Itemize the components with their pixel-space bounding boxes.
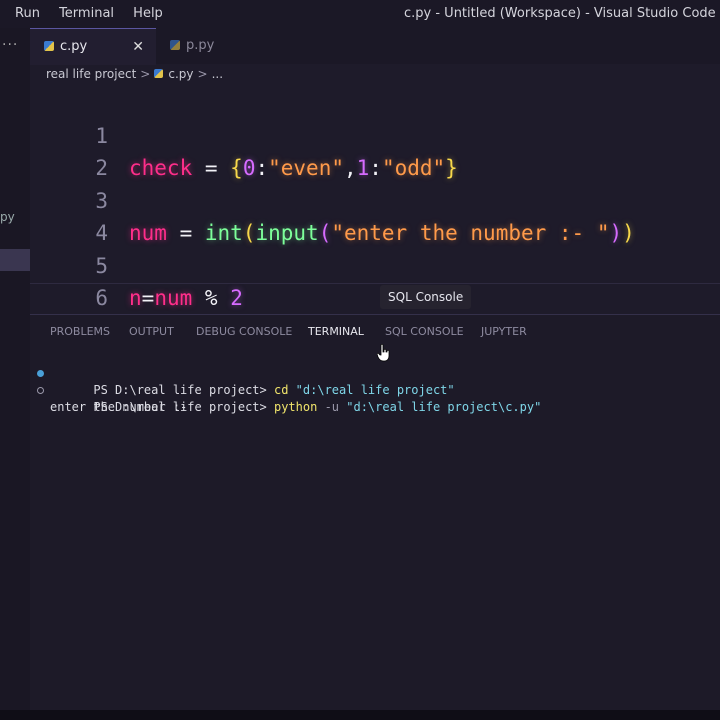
command-status-icon	[37, 387, 44, 394]
hover-tooltip: SQL Console	[380, 285, 472, 309]
menu-help[interactable]: Help	[133, 6, 163, 21]
side-bar: ··· py	[0, 28, 30, 710]
breadcrumb: real life project > c.py >...	[46, 67, 223, 81]
code-line-4[interactable]: 4	[30, 185, 108, 245]
tab-p-py[interactable]: p.py	[156, 28, 276, 64]
python-file-icon	[44, 41, 54, 51]
tab-c-py[interactable]: c.py ✕	[30, 28, 156, 65]
explorer-file-fragment[interactable]: py	[0, 210, 15, 224]
editor-tabs: c.py ✕ p.py	[30, 28, 720, 65]
tab-output[interactable]: OUTPUT	[129, 325, 174, 338]
code-line-3[interactable]: 3 num = int(input("enter the number :- "…	[30, 153, 634, 245]
menu-bar: Run Terminal Help	[15, 6, 178, 21]
bottom-panel: PROBLEMS OUTPUT DEBUG CONSOLE TERMINAL S…	[30, 314, 720, 711]
code-line-2[interactable]: 2	[30, 120, 108, 180]
close-icon[interactable]: ✕	[132, 29, 144, 65]
tab-jupyter[interactable]: JUPYTER	[481, 325, 527, 338]
terminal-line: PS D:\real life project> cd "d:\real lif…	[34, 365, 541, 397]
explorer-selection[interactable]	[0, 249, 30, 271]
window-title: c.py - Untitled (Workspace) - Visual Stu…	[404, 6, 716, 21]
breadcrumb-file[interactable]: c.py	[168, 67, 193, 81]
python-file-icon	[170, 40, 180, 50]
hand-cursor-icon	[377, 344, 390, 362]
terminal-line: PS D:\real life project> python -u "d:\r…	[34, 382, 541, 414]
breadcrumb-more[interactable]: ...	[212, 67, 223, 81]
title-bar: Run Terminal Help c.py - Untitled (Works…	[0, 0, 720, 28]
code-line-7[interactable]: 7 print(check.get(n))	[30, 283, 373, 376]
terminal-line: enter the number :-	[50, 400, 188, 414]
python-file-icon	[154, 69, 164, 78]
menu-run[interactable]: Run	[15, 6, 40, 21]
code-line-1[interactable]: 1 check = {0:"even",1:"odd"}	[30, 88, 457, 180]
code-text: num = int(input("enter the number :- "))	[129, 221, 635, 245]
code-editor[interactable]: 1 check = {0:"even",1:"odd"} 2 3 num = i…	[30, 88, 720, 376]
tab-debug-console[interactable]: DEBUG CONSOLE	[196, 325, 292, 338]
chevron-right-icon: >	[197, 67, 208, 81]
panel-tabs: PROBLEMS OUTPUT DEBUG CONSOLE TERMINAL S…	[30, 315, 720, 349]
terminal-output[interactable]: PS D:\real life project> cd "d:\real lif…	[34, 365, 541, 416]
code-line-6[interactable]: 6	[30, 250, 108, 310]
breadcrumb-folder[interactable]: real life project	[46, 67, 136, 81]
chevron-right-icon: >	[140, 67, 151, 81]
code-line-5[interactable]: 5 n=num % 2	[30, 218, 243, 310]
command-status-icon	[37, 370, 44, 377]
tab-terminal[interactable]: TERMINAL	[308, 325, 364, 338]
tab-label: c.py	[60, 39, 88, 54]
tab-sql-console[interactable]: SQL CONSOLE	[385, 325, 464, 338]
code-text: n=num % 2	[129, 286, 243, 310]
status-bar	[0, 710, 720, 720]
menu-terminal[interactable]: Terminal	[59, 6, 114, 21]
code-text: check = {0:"even",1:"odd"}	[129, 156, 458, 180]
more-actions-icon[interactable]: ···	[2, 37, 18, 53]
tab-label: p.py	[186, 38, 215, 53]
tab-problems[interactable]: PROBLEMS	[50, 325, 110, 338]
